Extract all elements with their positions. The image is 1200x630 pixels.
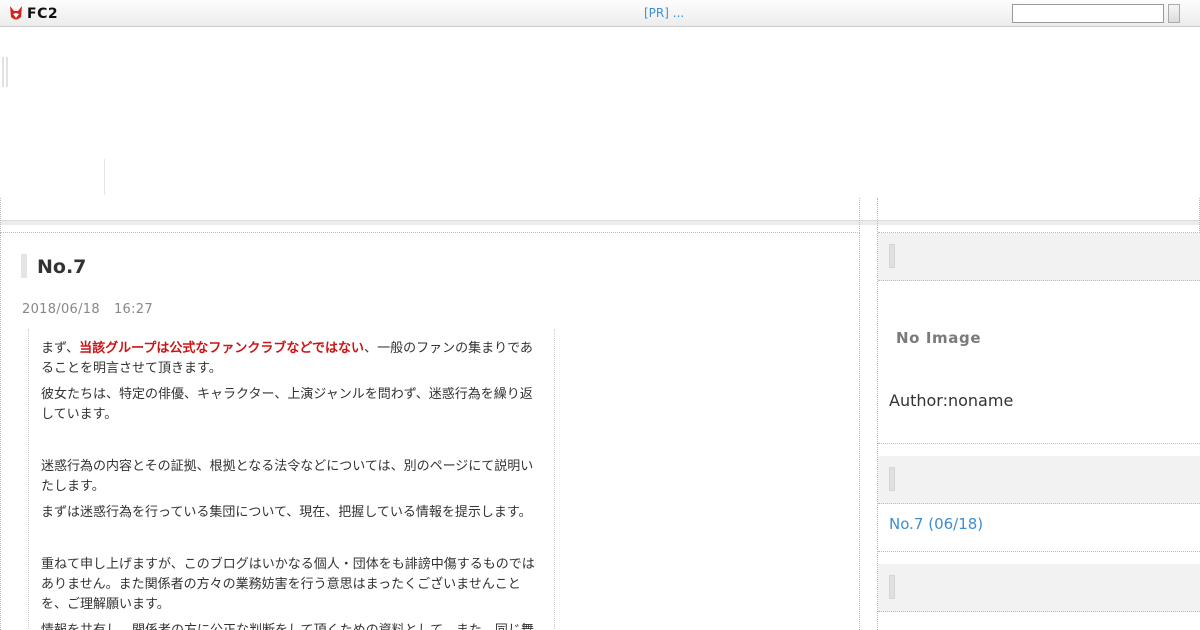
header-decoration <box>2 57 8 87</box>
logo-text: FC2 <box>27 5 59 22</box>
author-name: Author:noname <box>889 391 1014 410</box>
pr-ad-link[interactable]: [PR] ... <box>644 6 684 20</box>
entry-paragraph: まず、当該グループは公式なファンクラブなどではない、一般のファンの集まりであるこ… <box>41 339 542 379</box>
entry-paragraph: 迷惑行為の内容とその証拠、根拠となる法令などについては、別のページにて説明いたし… <box>41 459 534 494</box>
recent-entry-link[interactable]: No.7 (06/18) <box>889 515 983 533</box>
sidebar: No Image Author:noname No.7 (06/18) <box>878 198 1200 630</box>
column-gutter <box>860 198 878 630</box>
entry-datetime: 2018/06/18 16:27 <box>22 302 153 317</box>
entry-paragraph: まずは迷惑行為を行っている集団について、現在、把握している情報を提示します。 <box>41 505 532 520</box>
profile-heading <box>878 233 1200 281</box>
main-content: No.7 2018/06/18 16:27 まず、当該グループは公式なファンクラブ… <box>0 233 860 630</box>
entry-paragraph: 情報を共有し、関係者の方に公正な判断をして頂くための資料として。また、同じ舞 <box>41 621 542 630</box>
entry-title[interactable]: No.7 <box>21 253 86 279</box>
entry-body: まず、当該グループは公式なファンクラブなどではない、一般のファンの集まりであるこ… <box>28 329 555 630</box>
search-button[interactable] <box>1168 4 1180 23</box>
search-input[interactable] <box>1012 4 1164 23</box>
entry-paragraph: 重ねて申し上げますが、このブログはいかなる個人・団体をも誹謗中傷するものではあり… <box>41 557 535 612</box>
emphasis-text: 当該グループは公式なファンクラブなどではない <box>79 341 365 356</box>
top-bar: FC2 [PR] ... <box>0 0 1200 27</box>
main-top-bar <box>0 198 860 233</box>
profile-box: No Image Author:noname <box>878 281 1200 444</box>
recent-entries-heading <box>878 456 1200 504</box>
entry-date: 2018/06/18 <box>22 302 100 317</box>
entry-paragraph: 彼女たちは、特定の俳優、キャラクター、上演ジャンルを問わず、迷惑行為を繰り返して… <box>41 387 533 422</box>
heading-marker <box>889 575 895 599</box>
blog-header <box>0 27 1200 225</box>
avatar-placeholder: No Image <box>896 329 982 347</box>
heading-marker <box>889 244 895 268</box>
entry-time: 16:27 <box>113 302 153 317</box>
header-nav-slot <box>0 159 105 195</box>
paragraph-text: まず、 <box>41 341 80 356</box>
fc2-logo-link[interactable]: FC2 <box>8 4 58 23</box>
heading-marker <box>889 467 895 491</box>
sidebar-section-heading <box>878 564 1200 612</box>
fc2-fox-icon <box>10 6 22 20</box>
recent-entries-box: No.7 (06/18) <box>878 504 1200 552</box>
sidebar-top-bar <box>878 198 1200 233</box>
